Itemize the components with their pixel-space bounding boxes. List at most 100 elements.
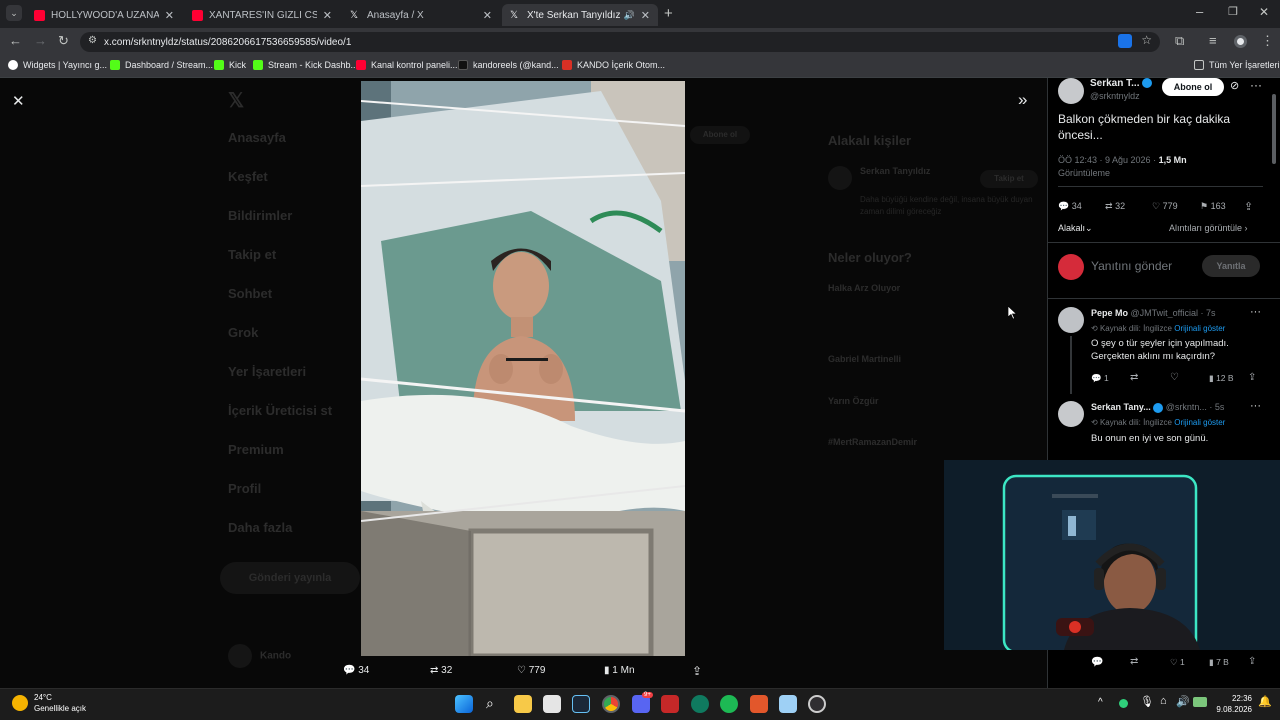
reply-like-stat[interactable]: ♡ 1: [1170, 657, 1185, 668]
tweet-bookmark-stat[interactable]: ⚑ 163: [1200, 201, 1226, 212]
more-options-icon[interactable]: ···: [1250, 306, 1261, 318]
video-like-stat[interactable]: ♡ 779: [517, 665, 545, 676]
bookmark-kick[interactable]: Kick: [214, 60, 246, 70]
video-player[interactable]: [361, 81, 685, 656]
minimize-icon[interactable]: –: [1196, 4, 1203, 19]
reply-repost-icon[interactable]: ⇄: [1130, 656, 1138, 667]
profile-avatar-icon[interactable]: [1234, 35, 1247, 48]
site-info-icon[interactable]: ⚙: [88, 35, 97, 46]
video-share-icon[interactable]: ⇪: [692, 664, 702, 678]
spotify-icon[interactable]: [720, 695, 738, 713]
app-icon-blue[interactable]: [779, 695, 797, 713]
weather-widget[interactable]: 24°C Genellikle açık: [12, 692, 86, 714]
tweet-share-icon[interactable]: ⇪: [1244, 200, 1253, 213]
forward-icon[interactable]: →: [34, 33, 47, 48]
close-window-icon[interactable]: ✕: [1259, 5, 1269, 19]
all-bookmarks[interactable]: Tüm Yer İşaretleri: [1194, 60, 1280, 70]
reply-input[interactable]: Yanıtını gönder: [1091, 259, 1172, 273]
expand-panel-icon[interactable]: »: [1018, 90, 1027, 110]
screen-share-icon[interactable]: [1118, 34, 1132, 48]
tab-title: HOLLYWOOD'A UZANAN YOLC: [51, 9, 159, 21]
tweet-like-stat[interactable]: ♡ 779: [1152, 201, 1178, 212]
bookmark-kando[interactable]: KANDO İçerik Otom...: [562, 60, 665, 70]
more-options-icon[interactable]: ···: [1250, 400, 1261, 412]
tab-x-post[interactable]: 𝕏 X'te Serkan Tanyıldızı: "Balko 🔊 ✕: [502, 4, 658, 26]
close-tab-icon[interactable]: ✕: [641, 9, 650, 22]
tweet-repost-stat[interactable]: ⇄ 32: [1105, 201, 1125, 212]
app-icon-red[interactable]: [661, 695, 679, 713]
tab-xantares[interactable]: XANTARES'İN GİZLİ CS2 ISINMA ✕: [184, 4, 340, 26]
speaker-icon[interactable]: 🔊: [624, 10, 635, 21]
reply-reply-icon[interactable]: 💬: [1091, 657, 1103, 668]
chrome-icon[interactable]: [602, 695, 620, 713]
network-icon[interactable]: ⌂: [1160, 695, 1167, 707]
windows-start-icon[interactable]: [455, 695, 473, 713]
author-handle[interactable]: @srkntnyldz: [1090, 91, 1140, 101]
tweet-reply-stat[interactable]: 💬 34: [1058, 201, 1082, 212]
reply-reply-stat[interactable]: 💬 1: [1091, 373, 1109, 384]
tray-app-icon[interactable]: [1193, 697, 1207, 707]
extensions-icon[interactable]: ⧉: [1175, 33, 1184, 49]
tab-search-chevron-icon[interactable]: ⌄: [6, 5, 22, 21]
view-quotes-link[interactable]: Alıntıları görüntüle ›: [1169, 223, 1248, 233]
panel-scrollbar[interactable]: [1272, 94, 1276, 164]
show-original-link[interactable]: Orijinali göster: [1174, 418, 1225, 427]
bookmark-widgets[interactable]: Widgets | Yayıncı g...: [8, 60, 107, 70]
reading-list-icon[interactable]: ≡: [1209, 33, 1217, 48]
close-viewer-icon[interactable]: ✕: [12, 92, 25, 110]
tab-x-home[interactable]: 𝕏 Anasayfa / X ✕: [342, 4, 500, 26]
close-tab-icon[interactable]: ✕: [165, 9, 174, 22]
new-tab-icon[interactable]: +: [664, 5, 673, 22]
bookmark-tiktok[interactable]: kandoreels (@kand...: [458, 60, 559, 70]
reply-repost-icon[interactable]: ⇄: [1130, 372, 1138, 383]
tab-hollywood[interactable]: HOLLYWOOD'A UZANAN YOLC ✕: [26, 4, 182, 26]
reply-avatar[interactable]: [1058, 401, 1084, 427]
app-icon-orange[interactable]: [750, 695, 768, 713]
show-original-link[interactable]: Orijinali göster: [1174, 324, 1225, 333]
author-avatar[interactable]: [1058, 78, 1084, 104]
menu-kebab-icon[interactable]: ⋮: [1261, 33, 1274, 49]
author-name[interactable]: Serkan T...: [1090, 78, 1153, 89]
bookmark-youtube-studio[interactable]: Kanal kontrol paneli...: [356, 60, 458, 70]
video-views-stat[interactable]: ▮ 1 Mn: [604, 665, 635, 676]
reply-like-icon[interactable]: ♡: [1170, 372, 1179, 383]
file-explorer-icon[interactable]: [514, 695, 532, 713]
clock[interactable]: 22:36 9.08.2026: [1212, 693, 1252, 715]
widget-icon: [8, 60, 18, 70]
app-icon-obs[interactable]: [808, 695, 826, 713]
reply-views-stat[interactable]: ▮ 7 B: [1209, 657, 1229, 668]
background-trend-4: #MertRamazanDemir: [828, 437, 918, 447]
background-related-avatar: [828, 166, 852, 190]
tray-status-icon[interactable]: [1119, 699, 1128, 708]
notification-icon[interactable]: 🔔: [1258, 695, 1272, 708]
bookmark-star-icon[interactable]: ☆: [1141, 33, 1152, 47]
video-repost-stat[interactable]: ⇄ 32: [430, 665, 452, 676]
bookmark-dashboard[interactable]: Dashboard / Stream...: [110, 60, 213, 70]
reload-icon[interactable]: ↻: [58, 33, 69, 49]
reply-icon: 💬: [343, 665, 356, 676]
video-reply-stat[interactable]: 💬 34: [343, 665, 369, 676]
app-icon-green[interactable]: [691, 695, 709, 713]
sort-dropdown[interactable]: Alakalı⌄: [1058, 223, 1093, 234]
verified-badge-icon: [1153, 402, 1164, 413]
bookmark-kick-dashboard[interactable]: Stream - Kick Dashb...: [253, 60, 358, 70]
reply-avatar[interactable]: [1058, 307, 1084, 333]
volume-icon[interactable]: 🔊: [1176, 695, 1190, 708]
steam-icon[interactable]: [572, 695, 590, 713]
store-icon[interactable]: [543, 695, 561, 713]
reply-share-icon[interactable]: ⇪: [1248, 372, 1256, 383]
close-tab-icon[interactable]: ✕: [323, 9, 332, 22]
follow-button[interactable]: Abone ol: [1162, 78, 1224, 96]
microphone-icon[interactable]: 🎙: [1140, 695, 1154, 708]
reply-button[interactable]: Yanıtla: [1202, 255, 1260, 277]
back-icon[interactable]: ←: [9, 33, 22, 48]
more-options-icon[interactable]: ···: [1250, 78, 1262, 92]
reply-views-stat[interactable]: ▮ 12 B: [1209, 373, 1234, 384]
tray-overflow-icon[interactable]: ^: [1098, 697, 1103, 708]
close-tab-icon[interactable]: ✕: [483, 9, 492, 22]
restore-icon[interactable]: ❐: [1228, 5, 1238, 18]
taskbar-search-icon[interactable]: ⌕: [486, 695, 494, 712]
reply-share-icon[interactable]: ⇪: [1248, 656, 1256, 667]
grok-icon[interactable]: ⊘: [1230, 79, 1239, 92]
address-bar[interactable]: ⚙ x.com/srkntnyldz/status/20862066175366…: [80, 32, 1160, 52]
